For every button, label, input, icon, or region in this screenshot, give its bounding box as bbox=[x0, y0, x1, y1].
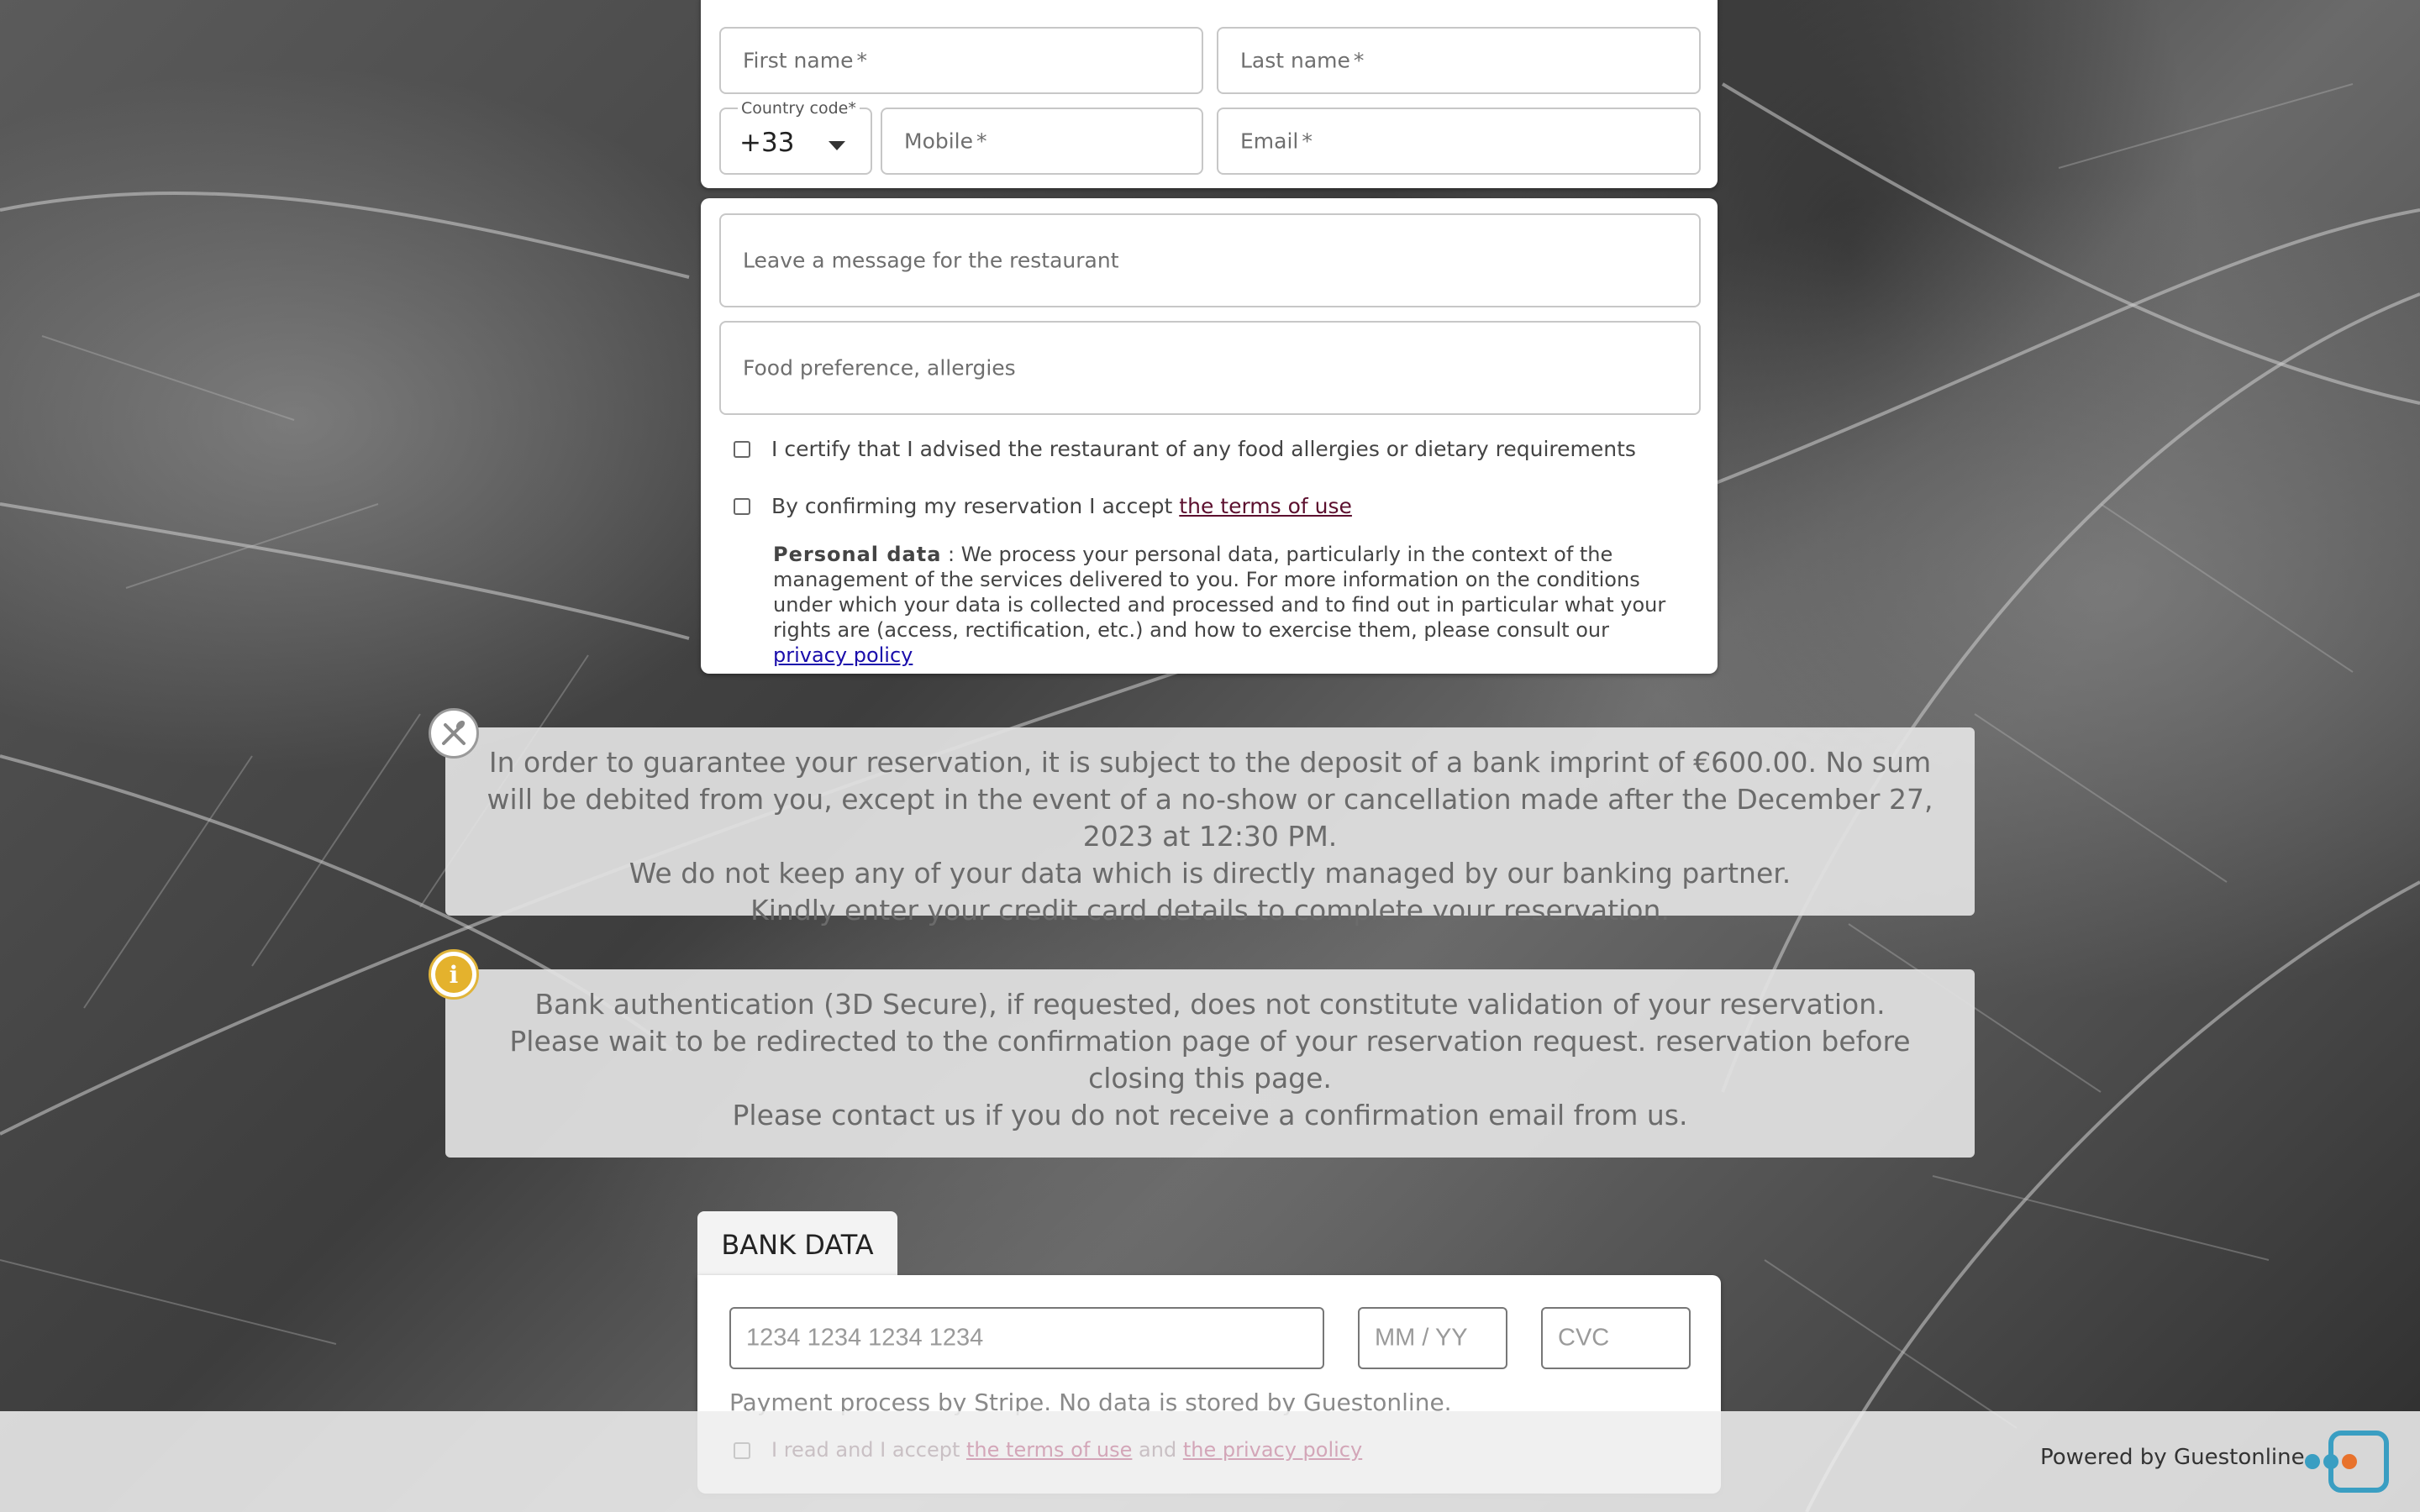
card-expiry-placeholder: MM / YY bbox=[1375, 1324, 1468, 1352]
caret-down-icon[interactable] bbox=[829, 141, 845, 150]
card-cvc-input[interactable]: CVC bbox=[1541, 1307, 1691, 1369]
privacy-policy-link[interactable]: privacy policy bbox=[773, 643, 913, 667]
personal-data-title: Personal data bbox=[773, 543, 942, 566]
required-mark: * bbox=[848, 99, 856, 118]
email-placeholder: Email bbox=[1240, 129, 1299, 154]
first-name-placeholder: First name bbox=[743, 48, 854, 73]
required-mark: * bbox=[1353, 48, 1365, 73]
personal-data-notice: Personal data : We process your personal… bbox=[773, 542, 1681, 668]
message-field[interactable]: Leave a message for the restaurant bbox=[719, 213, 1701, 307]
accept-and: and bbox=[1132, 1438, 1183, 1462]
country-code-value: +33 bbox=[739, 128, 795, 158]
secure-notice: Bank authentication (3D Secure), if requ… bbox=[445, 969, 1975, 1158]
terms-checkbox[interactable] bbox=[734, 498, 750, 515]
info-icon: i bbox=[429, 949, 479, 1000]
mobile-placeholder: Mobile bbox=[904, 129, 974, 154]
secure-notice-line1: Bank authentication (3D Secure), if requ… bbox=[534, 988, 1886, 1021]
card-number-placeholder: 1234 1234 1234 1234 bbox=[746, 1324, 984, 1352]
last-name-placeholder: Last name bbox=[1240, 48, 1350, 73]
accept-terms-link[interactable]: the terms of use bbox=[966, 1438, 1132, 1462]
terms-label: By confirming my reservation I accept th… bbox=[771, 494, 1352, 518]
allergy-certify-label: I certify that I advised the restaurant … bbox=[771, 437, 1636, 461]
card-number-input[interactable]: 1234 1234 1234 1234 bbox=[729, 1307, 1324, 1369]
terms-of-use-link[interactable]: the terms of use bbox=[1179, 494, 1352, 518]
required-mark: * bbox=[856, 48, 867, 73]
mobile-field[interactable]: Mobile * bbox=[881, 108, 1203, 175]
message-placeholder: Leave a message for the restaurant bbox=[743, 248, 1119, 273]
accept-privacy-link[interactable]: the privacy policy bbox=[1183, 1438, 1362, 1462]
food-preference-field[interactable]: Food preference, allergies bbox=[719, 321, 1701, 415]
required-mark: * bbox=[976, 129, 987, 154]
cutlery-icon bbox=[429, 708, 479, 759]
powered-by-text: Powered by Guestonline bbox=[2040, 1445, 2305, 1470]
secure-notice-line2: Please wait to be redirected to the conf… bbox=[509, 1025, 1911, 1095]
allergy-certify-checkbox[interactable] bbox=[734, 441, 750, 458]
card-expiry-input[interactable]: MM / YY bbox=[1358, 1307, 1507, 1369]
country-code-select[interactable]: Country code* +33 bbox=[719, 99, 872, 175]
required-mark: * bbox=[1302, 129, 1313, 154]
last-name-field[interactable]: Last name * bbox=[1217, 27, 1701, 94]
first-name-field[interactable]: First name * bbox=[719, 27, 1203, 94]
email-field[interactable]: Email * bbox=[1217, 108, 1701, 175]
guestonline-logo[interactable] bbox=[2301, 1428, 2393, 1495]
deposit-notice-line1: In order to guarantee your reservation, … bbox=[487, 746, 1933, 853]
country-code-label: Country code bbox=[741, 99, 849, 118]
deposit-notice-line3: Kindly enter your credit card details to… bbox=[750, 894, 1670, 927]
deposit-notice-line2: We do not keep any of your data which is… bbox=[629, 857, 1791, 890]
card-cvc-placeholder: CVC bbox=[1558, 1324, 1610, 1352]
bank-data-tab: BANK DATA bbox=[697, 1211, 897, 1278]
accept-terms-label: I read and I accept the terms of use and… bbox=[771, 1438, 1362, 1462]
food-preference-placeholder: Food preference, allergies bbox=[743, 355, 1016, 381]
deposit-notice: In order to guarantee your reservation, … bbox=[445, 727, 1975, 927]
accept-prefix: I read and I accept bbox=[771, 1438, 967, 1462]
secure-notice-line3: Please contact us if you do not receive … bbox=[732, 1099, 1688, 1131]
terms-prefix: By confirming my reservation I accept bbox=[771, 494, 1180, 518]
accept-terms-checkbox[interactable] bbox=[734, 1442, 750, 1459]
